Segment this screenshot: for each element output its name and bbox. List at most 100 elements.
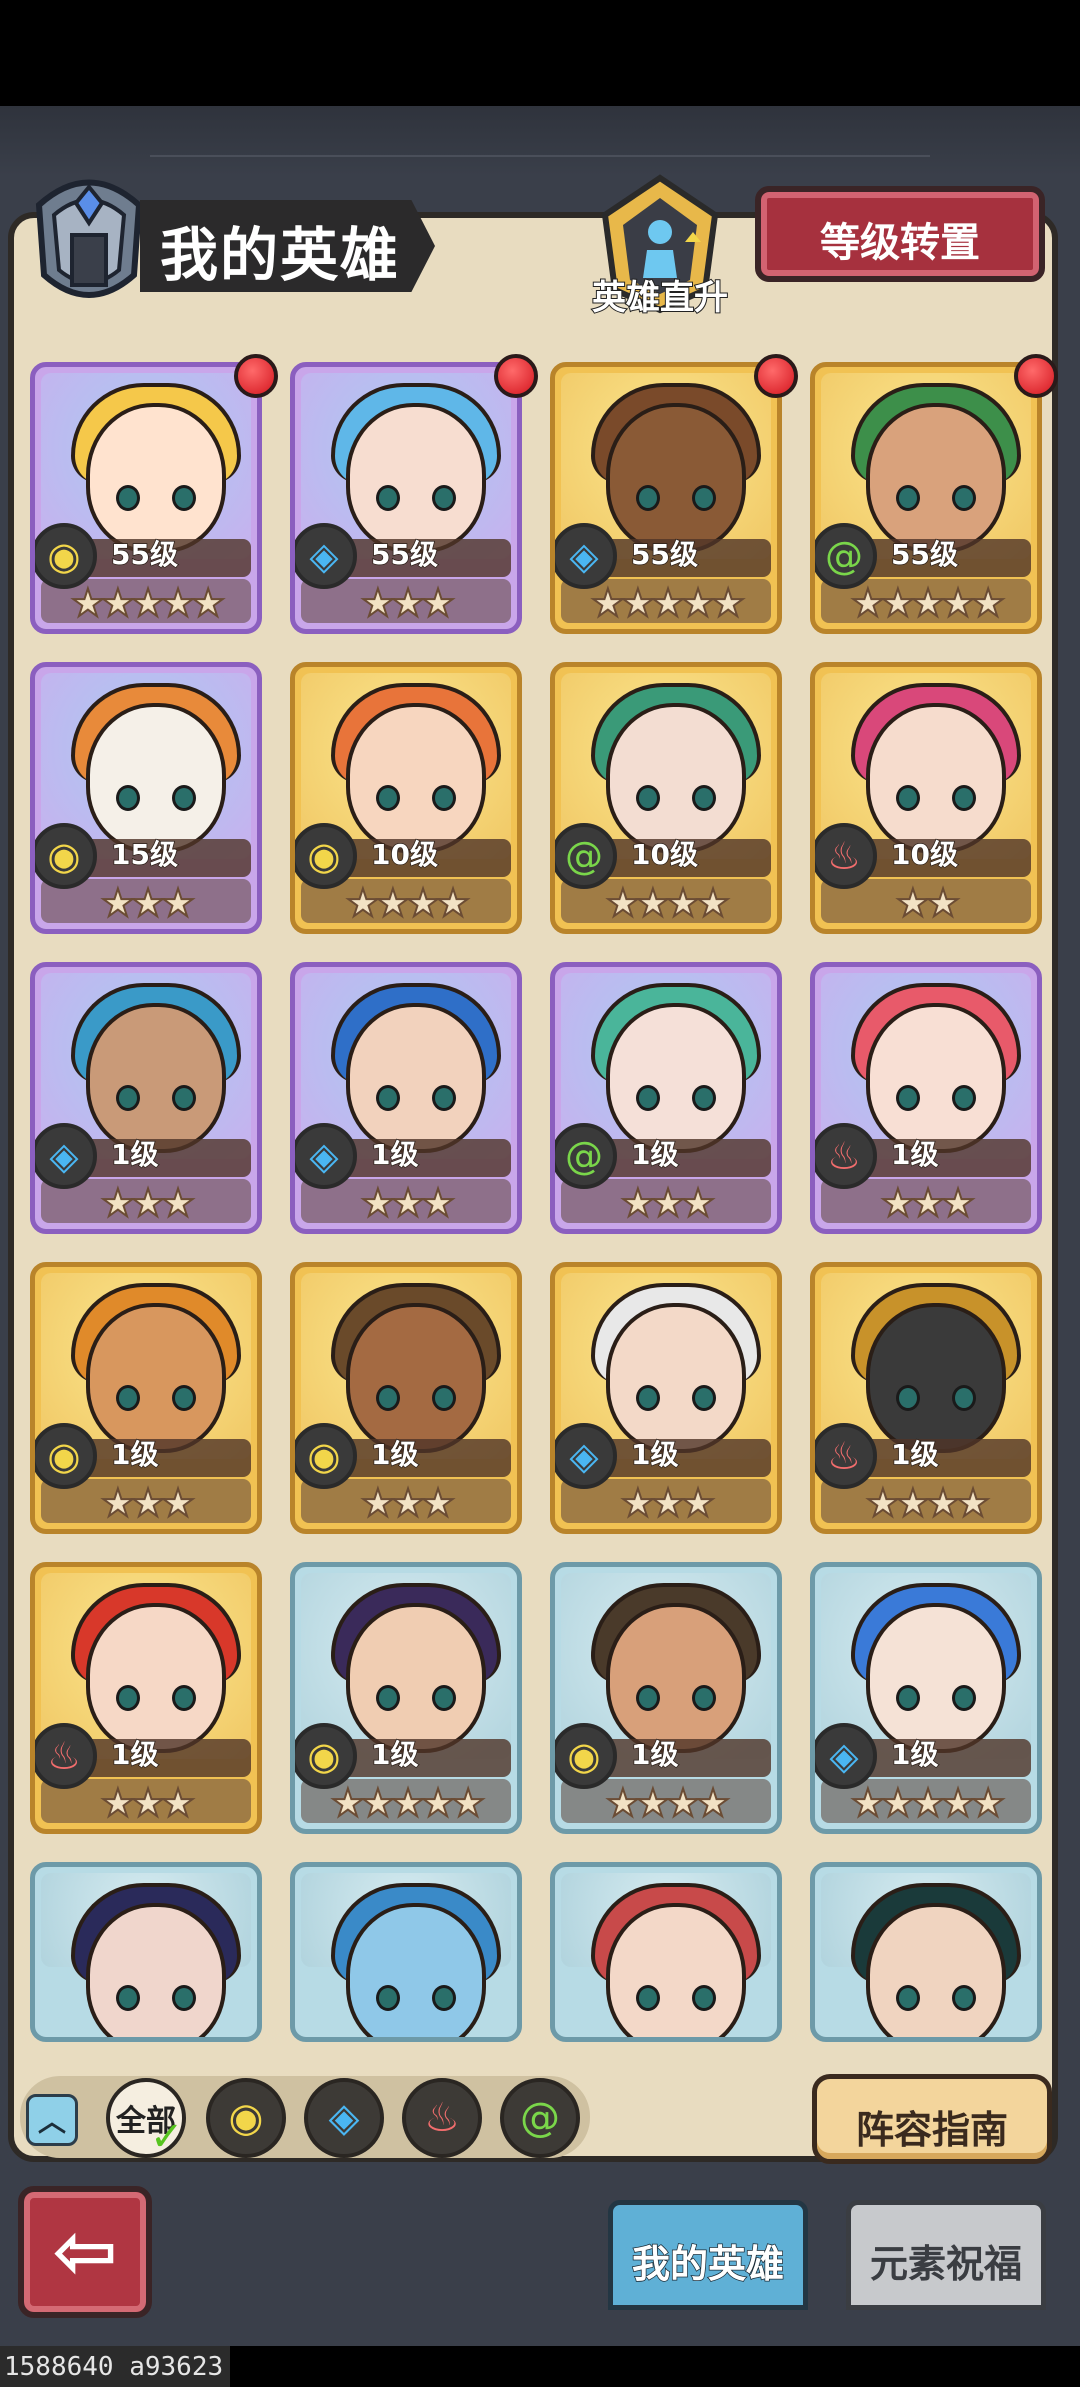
hero-eyes [896,1385,976,1411]
hero-portrait [346,1003,486,1153]
hero-level: 1级 [370,1437,419,1472]
footer-id-text: 1588640 a93623 [0,2346,230,2387]
wind-element-icon: @ [555,1123,617,1189]
hero-card[interactable]: 55级 ★★★★★ @ [810,362,1042,634]
hero-card[interactable] [30,1862,262,2042]
hero-level: 1级 [370,1137,419,1172]
header-divider [150,155,930,157]
filter-water-button[interactable]: ◈ [304,2078,384,2158]
hero-card[interactable] [290,1862,522,2042]
hero-eyes [116,785,196,811]
hero-portrait [866,1303,1006,1453]
hero-card[interactable]: 15级 ★★★ ◉ [30,662,262,934]
hero-level: 1级 [370,1737,419,1772]
hero-level: 1级 [890,1137,939,1172]
hero-level: 1级 [110,1737,159,1772]
hero-level: 1级 [630,1737,679,1772]
collapse-toggle-button[interactable]: ︿ [26,2094,78,2146]
hero-eyes [636,1385,716,1411]
filter-wind-button[interactable]: @ [500,2078,580,2158]
water-element-icon: ◈ [555,1423,617,1489]
tab-element-blessing[interactable]: 元素祝福 [846,2200,1046,2310]
hero-card[interactable]: 1级 ★★★★★ ◈ [810,1562,1042,1834]
notification-dot [1014,354,1058,398]
lineup-guide-button[interactable]: 阵容指南 [812,2074,1052,2164]
hero-card[interactable]: 10级 ★★ ♨ [810,662,1042,934]
check-icon: ✓ [150,2114,184,2160]
hero-eyes [636,1685,716,1711]
hero-card[interactable]: 10级 ★★★★ @ [550,662,782,934]
hero-card[interactable] [810,1862,1042,2042]
hero-promote-label[interactable]: 英雄直升 [580,270,740,319]
frame-decoration [0,106,1080,176]
hero-level: 55级 [890,537,958,572]
hero-card[interactable]: 55级 ★★★★★ ◉ [30,362,262,634]
hero-card[interactable]: 1级 ★★★ ♨ [810,962,1042,1234]
hero-eyes [116,1985,196,2011]
hero-portrait [86,1003,226,1153]
hero-level: 55级 [630,537,698,572]
hero-level: 1级 [630,1137,679,1172]
hero-card[interactable] [550,1862,782,2042]
earth-element-icon: ◉ [295,1723,357,1789]
hero-eyes [636,1985,716,2011]
hero-card[interactable]: 1级 ★★★★★ ◉ [290,1562,522,1834]
notification-dot [494,354,538,398]
hero-card[interactable]: 55级 ★★★ ◈ [290,362,522,634]
hero-portrait [86,1603,226,1753]
tab-my-heroes-label: 我的英雄 [631,2241,785,2287]
hero-card[interactable]: 10级 ★★★★ ◉ [290,662,522,934]
hero-card[interactable]: 1级 ★★★ ◈ [550,1262,782,1534]
tab-my-heroes[interactable]: 我的英雄 [608,2200,808,2310]
hero-card[interactable]: 1级 ★★★ ♨ [30,1562,262,1834]
filter-earth-button[interactable]: ◉ [206,2078,286,2158]
page-title: 我的英雄 [160,221,401,289]
hero-portrait [86,1903,226,2037]
hero-level: 1级 [890,1437,939,1472]
hero-portrait [346,1603,486,1753]
hero-portrait [606,1303,746,1453]
hero-level: 55级 [110,537,178,572]
level-transfer-label: 等级转置 [820,220,980,266]
hero-card[interactable]: 1级 ★★★ ◉ [30,1262,262,1534]
hero-eyes [636,485,716,511]
hero-card[interactable]: 1级 ★★★★ ♨ [810,1262,1042,1534]
hero-eyes [376,1685,456,1711]
hero-card[interactable]: 1级 ★★★ @ [550,962,782,1234]
earth-element-icon: ◉ [35,1423,97,1489]
hero-portrait [86,703,226,853]
hero-portrait [606,1603,746,1753]
fire-element-icon: ♨ [815,1423,877,1489]
notification-dot [754,354,798,398]
wind-element-icon: @ [520,2095,560,2141]
hero-card[interactable]: 1级 ★★★ ◈ [30,962,262,1234]
hero-level: 10级 [890,837,958,872]
hero-card[interactable]: 55级 ★★★★★ ◈ [550,362,782,634]
hero-eyes [376,485,456,511]
hero-eyes [376,1085,456,1111]
earth-element-icon: ◉ [295,1423,357,1489]
back-arrow-icon: ⇦ [52,2207,118,2297]
notification-dot [234,354,278,398]
status-area [0,0,1080,106]
hero-card[interactable]: 1级 ★★★ ◉ [290,1262,522,1534]
hero-portrait [86,403,226,553]
earth-element-icon: ◉ [35,823,97,889]
water-element-icon: ◈ [815,1723,877,1789]
hero-eyes [896,1985,976,2011]
hero-level: 55级 [370,537,438,572]
fire-element-icon: ♨ [35,1723,97,1789]
level-transfer-button[interactable]: 等级转置 [755,186,1045,282]
wind-element-icon: @ [815,523,877,589]
water-element-icon: ◈ [295,1123,357,1189]
water-element-icon: ◈ [35,1123,97,1189]
hero-portrait [346,1303,486,1453]
wind-element-icon: @ [555,823,617,889]
back-button[interactable]: ⇦ [18,2186,152,2318]
fire-element-icon: ♨ [424,2095,460,2141]
hero-card[interactable]: 1级 ★★★ ◈ [290,962,522,1234]
hero-card[interactable]: 1级 ★★★★ ◉ [550,1562,782,1834]
hero-level: 15级 [110,837,178,872]
filter-fire-button[interactable]: ♨ [402,2078,482,2158]
hero-level: 1级 [890,1737,939,1772]
